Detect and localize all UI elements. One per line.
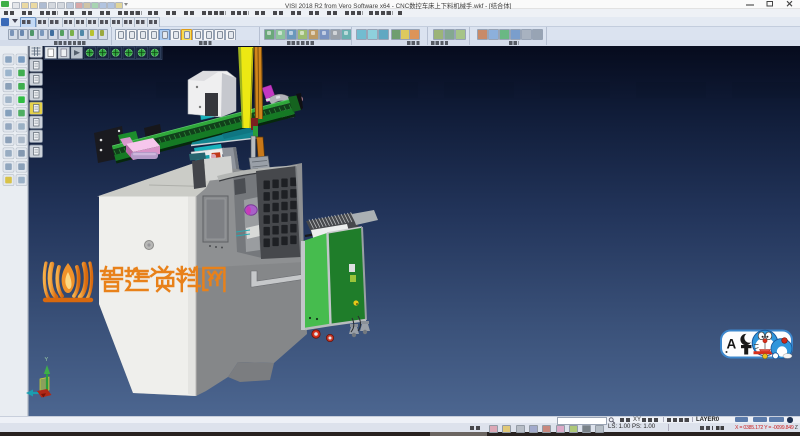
svg-text:A: A (727, 337, 737, 352)
svg-text:Y: Y (45, 357, 49, 363)
